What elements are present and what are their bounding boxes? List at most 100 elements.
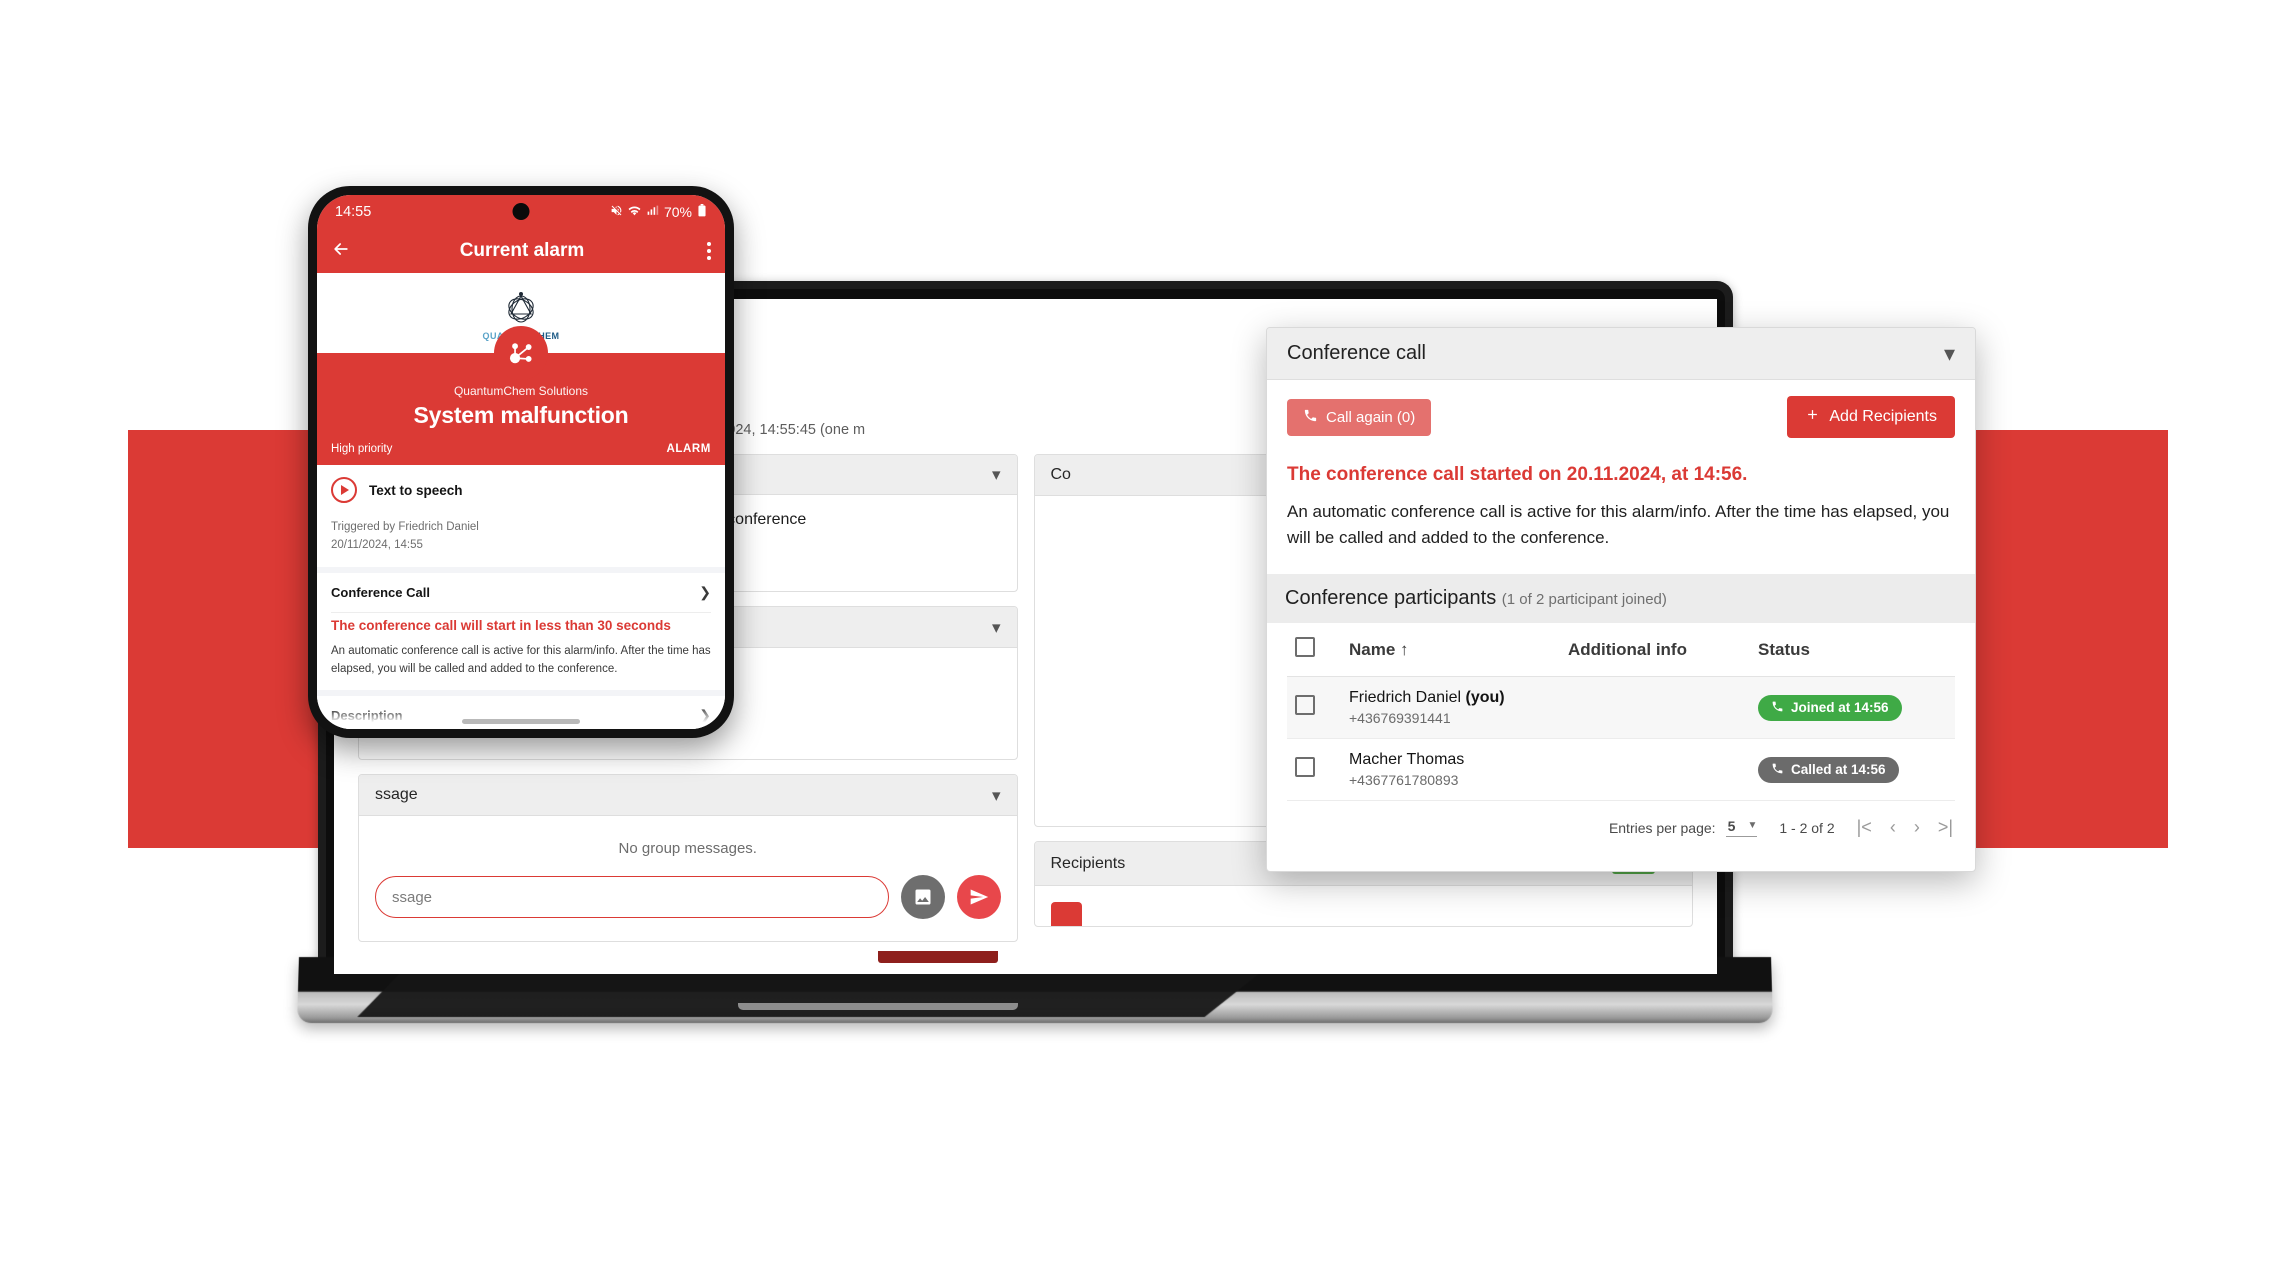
phone-conference-body: An automatic conference call is active f… — [331, 644, 711, 675]
laptop-screen-notch — [878, 951, 998, 963]
signal-icon — [646, 204, 659, 220]
row-select-cell — [1287, 738, 1341, 801]
hero-alarm-title: System malfunction — [413, 402, 629, 428]
phone-camera — [512, 203, 530, 220]
card-group-message-body: No group messages. ssage — [359, 816, 1017, 941]
image-icon[interactable] — [900, 875, 945, 919]
first-page-button[interactable]: |< — [1857, 817, 1872, 838]
status-badge-label: Joined at 14:56 — [1791, 700, 1889, 715]
conference-dialog-body: Call again (0) Add Recipients The confer… — [1267, 380, 1975, 550]
phone-device: 14:55 70% Current alarm Q CHEM QuantumCh… — [308, 186, 734, 738]
mute-icon — [610, 204, 623, 220]
pagination-controls: |< ‹ › >| — [1857, 817, 1953, 838]
phone-icon — [1771, 700, 1784, 716]
phone-conference-alert: The conference call will start in less t… — [331, 617, 671, 633]
entries-per-page-value: 5 — [1727, 818, 1736, 834]
card-conference-ghost-title: Co — [1050, 466, 1071, 483]
phone-detail-list: Text to speech Triggered by Friedrich Da… — [317, 465, 725, 729]
phone-app-bar: Current alarm — [317, 229, 725, 273]
column-additional-info[interactable]: Additional info — [1560, 623, 1750, 677]
text-to-speech-row[interactable]: Text to speech — [317, 465, 725, 513]
hero-footer: High priority ALARM — [317, 429, 725, 457]
recipients-right-action-button[interactable] — [1050, 902, 1083, 926]
card-group-message: ssage ▾ No group messages. ssage — [358, 774, 1018, 942]
chevron-down-icon[interactable]: ▾ — [992, 619, 1001, 636]
entries-per-page-select[interactable]: 5 ▼ — [1725, 818, 1758, 837]
hero-priority: High priority — [331, 443, 393, 455]
participants-heading: Conference participants — [1285, 587, 1497, 609]
prev-page-button[interactable]: ‹ — [1890, 817, 1896, 838]
participants-pagination: Entries per page: 5 ▼ 1 - 2 of 2 |< ‹ › … — [1267, 801, 1975, 852]
add-recipients-button[interactable]: Add Recipients — [1787, 396, 1955, 438]
row-checkbox[interactable] — [1295, 757, 1315, 777]
participant-name-text: Friedrich Daniel — [1349, 689, 1462, 706]
row-status-cell: Called at 14:56 — [1750, 738, 1955, 801]
column-name[interactable]: Name ↑ — [1341, 623, 1560, 677]
conference-dialog-header[interactable]: Conference call ▾ — [1267, 328, 1975, 380]
triggered-info: Triggered by Friedrich Daniel 20/11/2024… — [317, 513, 725, 567]
participant-name: Macher Thomas — [1349, 751, 1552, 769]
add-recipients-label: Add Recipients — [1829, 408, 1937, 425]
call-again-label: Call again (0) — [1326, 408, 1416, 426]
participants-section-header: Conference participants (1 of 2 particip… — [1267, 574, 1975, 623]
participant-you-tag: (you) — [1465, 689, 1505, 706]
select-all-checkbox[interactable] — [1295, 637, 1315, 657]
group-message-composer: ssage — [375, 871, 1001, 925]
participants-table-wrap: Name ↑ Additional info Status Friedrich … — [1267, 623, 1975, 801]
home-indicator[interactable] — [462, 719, 580, 724]
conference-call-dialog: Conference call ▾ Call again (0) Add Rec… — [1266, 327, 1976, 872]
phone-app-title: Current alarm — [459, 240, 585, 261]
triggered-when: 20/11/2024, 14:55 — [331, 538, 423, 551]
chevron-right-icon[interactable]: ❯ — [699, 584, 711, 601]
next-page-button[interactable]: › — [1914, 817, 1920, 838]
phone-row-conference-call[interactable]: Conference Call ❯ — [317, 573, 725, 612]
status-bar-time: 14:55 — [335, 204, 372, 220]
status-badge: Joined at 14:56 — [1758, 694, 1902, 721]
kebab-menu-icon[interactable] — [707, 242, 711, 260]
row-select-cell — [1287, 676, 1341, 739]
table-row[interactable]: Friedrich Daniel (you) +436769391441 Joi… — [1287, 676, 1955, 739]
status-badge-label: Called at 14:56 — [1791, 762, 1886, 777]
participants-table-head: Name ↑ Additional info Status — [1287, 623, 1955, 677]
conference-dialog-title: Conference call — [1287, 342, 1426, 364]
table-row[interactable]: Macher Thomas +4367761780893 Called at 1… — [1287, 738, 1955, 801]
participant-phone: +4367761780893 — [1349, 772, 1459, 788]
column-name-label: Name — [1349, 639, 1396, 659]
card-group-message-header[interactable]: ssage ▾ — [359, 775, 1017, 816]
play-icon[interactable] — [331, 477, 357, 503]
network-nodes-icon — [494, 326, 548, 380]
conference-action-row: Call again (0) Add Recipients — [1287, 396, 1955, 438]
chevron-down-icon: ▼ — [1747, 820, 1758, 831]
laptop-hinge — [738, 1003, 1018, 1010]
arrow-up-icon: ↑ — [1400, 639, 1409, 659]
chevron-down-icon[interactable]: ▾ — [992, 466, 1001, 483]
arrow-back-icon[interactable] — [331, 239, 351, 264]
pagination-range: 1 - 2 of 2 — [1779, 819, 1835, 836]
row-additional-info — [1560, 738, 1750, 801]
card-recipients-right-body — [1035, 886, 1693, 926]
quantumchem-mark-icon — [508, 292, 534, 323]
status-bar-icons: 70% — [610, 204, 707, 220]
row-additional-info — [1560, 676, 1750, 739]
hero-type: ALARM — [666, 443, 711, 455]
column-status[interactable]: Status — [1750, 623, 1955, 677]
entries-per-page: Entries per page: 5 ▼ — [1609, 818, 1758, 837]
row-checkbox[interactable] — [1295, 695, 1315, 715]
plus-icon — [1805, 407, 1820, 427]
phone-icon — [1303, 408, 1318, 427]
group-message-input[interactable]: ssage — [375, 876, 889, 918]
participant-name-text: Macher Thomas — [1349, 751, 1465, 768]
participants-subheading: (1 of 2 participant joined) — [1501, 591, 1667, 608]
send-icon[interactable] — [956, 875, 1001, 919]
text-to-speech-label: Text to speech — [369, 482, 463, 498]
card-recipients-right-title: Recipients — [1050, 854, 1126, 872]
chevron-down-icon[interactable]: ▾ — [992, 787, 1001, 804]
last-page-button[interactable]: >| — [1938, 817, 1953, 838]
participant-phone: +436769391441 — [1349, 710, 1451, 726]
status-badge: Called at 14:56 — [1758, 756, 1899, 783]
chevron-down-icon[interactable]: ▾ — [1944, 342, 1955, 365]
hero-organization: QuantumChem Solutions — [453, 384, 589, 398]
battery-icon — [697, 204, 707, 220]
row-name-cell: Macher Thomas +4367761780893 — [1341, 738, 1560, 801]
call-again-button[interactable]: Call again (0) — [1287, 398, 1432, 436]
